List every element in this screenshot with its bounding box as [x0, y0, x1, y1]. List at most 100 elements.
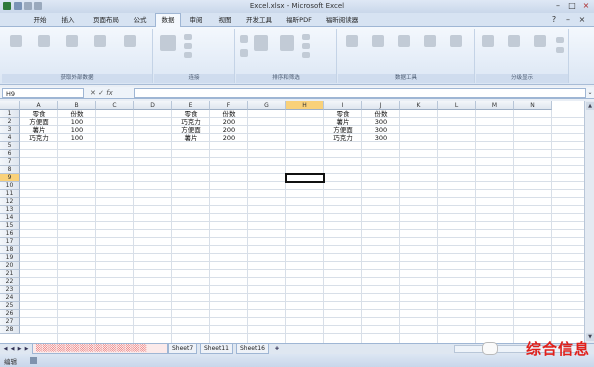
cell-b3[interactable]: 100: [58, 126, 96, 134]
column-header-b[interactable]: B: [58, 101, 96, 110]
insert-worksheet-icon[interactable]: ✚: [272, 345, 282, 353]
subtotal-icon[interactable]: [534, 35, 546, 47]
existing-connections-icon[interactable]: [124, 35, 136, 47]
workbook-close-icon[interactable]: ×: [576, 15, 588, 25]
ribbon-minimize-icon[interactable]: –: [562, 15, 574, 25]
hide-detail-icon[interactable]: [556, 47, 564, 53]
advanced-icon[interactable]: [302, 52, 310, 58]
last-sheet-icon[interactable]: ▶: [23, 345, 30, 353]
maximize-icon[interactable]: □: [566, 1, 578, 11]
cell-a2[interactable]: 方便面: [20, 118, 58, 126]
what-if-analysis-icon[interactable]: [450, 35, 462, 47]
close-icon[interactable]: ×: [580, 1, 592, 11]
worksheet-grid[interactable]: ABCDEFGHIJKLMN 1 2 3 4 5 6 7 8 9 10 11 12 13 14 15 16 17…: [0, 101, 584, 343]
row-header-13[interactable]: 13: [0, 206, 20, 214]
row-header-25[interactable]: 25: [0, 302, 20, 310]
sheet-tab-sheet11[interactable]: Sheet11: [200, 344, 233, 354]
sort-icon[interactable]: [254, 35, 268, 51]
cell-a4[interactable]: 巧克力: [20, 134, 58, 142]
reapply-icon[interactable]: [302, 43, 310, 49]
vertical-scrollbar[interactable]: ▲ ▼: [584, 101, 594, 343]
row-header-22[interactable]: 22: [0, 278, 20, 286]
sheet-tab-obscured[interactable]: ░░░░░░░░░░░░░░░░░░░░░░░░: [32, 344, 168, 354]
properties-icon[interactable]: [184, 43, 192, 49]
row-header-11[interactable]: 11: [0, 190, 20, 198]
cell-b1[interactable]: 份数: [58, 110, 96, 118]
consolidate-icon[interactable]: [424, 35, 436, 47]
cell-f1[interactable]: 份数: [210, 110, 248, 118]
from-web-icon[interactable]: [38, 35, 50, 47]
cell-j3[interactable]: 300: [362, 126, 400, 134]
column-header-c[interactable]: C: [96, 101, 134, 110]
row-header-23[interactable]: 23: [0, 286, 20, 294]
column-header-g[interactable]: G: [248, 101, 286, 110]
expand-formula-bar-icon[interactable]: ⌄: [586, 88, 594, 98]
column-header-k[interactable]: K: [400, 101, 438, 110]
cell-e3[interactable]: 方便面: [172, 126, 210, 134]
show-detail-icon[interactable]: [556, 37, 564, 43]
from-text-icon[interactable]: [66, 35, 78, 47]
connections-icon[interactable]: [184, 34, 192, 40]
row-header-14[interactable]: 14: [0, 214, 20, 222]
from-access-icon[interactable]: [10, 35, 22, 47]
row-header-16[interactable]: 16: [0, 230, 20, 238]
cell-b4[interactable]: 100: [58, 134, 96, 142]
row-header-18[interactable]: 18: [0, 246, 20, 254]
row-header-8[interactable]: 8: [0, 166, 20, 174]
column-header-i[interactable]: I: [324, 101, 362, 110]
column-header-f[interactable]: F: [210, 101, 248, 110]
sheet-tab-sheet7[interactable]: Sheet7: [168, 344, 198, 354]
row-header-1[interactable]: 1: [0, 110, 20, 118]
column-header-h[interactable]: H: [286, 101, 324, 110]
row-header-3[interactable]: 3: [0, 126, 20, 134]
tab-home[interactable]: 开始: [30, 14, 50, 26]
row-header-26[interactable]: 26: [0, 310, 20, 318]
row-header-12[interactable]: 12: [0, 198, 20, 206]
cell-e4[interactable]: 薯片: [172, 134, 210, 142]
edit-links-icon[interactable]: [184, 52, 192, 58]
scroll-up-icon[interactable]: ▲: [586, 102, 594, 110]
tab-data[interactable]: 数据: [155, 13, 181, 28]
cell-f4[interactable]: 200: [210, 134, 248, 142]
data-validation-icon[interactable]: [398, 35, 410, 47]
cell-a1[interactable]: 零食: [20, 110, 58, 118]
column-header-d[interactable]: D: [134, 101, 172, 110]
column-header-e[interactable]: E: [172, 101, 210, 110]
row-header-21[interactable]: 21: [0, 270, 20, 278]
sort-descending-icon[interactable]: [240, 49, 248, 57]
active-cell-h9[interactable]: [285, 173, 325, 183]
row-header-24[interactable]: 24: [0, 294, 20, 302]
cell-j2[interactable]: 300: [362, 118, 400, 126]
tab-formulas[interactable]: 公式: [130, 14, 150, 26]
cell-a3[interactable]: 薯片: [20, 126, 58, 134]
name-box[interactable]: H9: [2, 88, 84, 98]
sort-ascending-icon[interactable]: [240, 35, 248, 43]
cell-i3[interactable]: 方便面: [324, 126, 362, 134]
macro-record-icon[interactable]: [30, 357, 37, 364]
tab-insert[interactable]: 插入: [58, 14, 78, 26]
sheet-tab-sheet16[interactable]: Sheet16: [236, 344, 269, 354]
group-icon[interactable]: [482, 35, 494, 47]
clear-icon[interactable]: [302, 34, 310, 40]
tab-review[interactable]: 审阅: [186, 14, 206, 26]
remove-duplicates-icon[interactable]: [372, 35, 384, 47]
tab-page-layout[interactable]: 页面布局: [88, 14, 124, 26]
row-header-10[interactable]: 10: [0, 182, 20, 190]
cell-i2[interactable]: 薯片: [324, 118, 362, 126]
row-header-6[interactable]: 6: [0, 150, 20, 158]
from-other-sources-icon[interactable]: [94, 35, 106, 47]
row-header-17[interactable]: 17: [0, 238, 20, 246]
text-to-columns-icon[interactable]: [346, 35, 358, 47]
row-header-2[interactable]: 2: [0, 118, 20, 126]
column-header-a[interactable]: A: [20, 101, 58, 110]
cancel-icon[interactable]: ✕: [90, 89, 96, 97]
cell-f2[interactable]: 200: [210, 118, 248, 126]
cell-j4[interactable]: 300: [362, 134, 400, 142]
row-header-20[interactable]: 20: [0, 262, 20, 270]
cell-b2[interactable]: 100: [58, 118, 96, 126]
cell-i1[interactable]: 零食: [324, 110, 362, 118]
minimize-icon[interactable]: –: [552, 1, 564, 11]
row-header-4[interactable]: 4: [0, 134, 20, 142]
first-sheet-icon[interactable]: ◀: [2, 345, 9, 353]
column-header-m[interactable]: M: [476, 101, 514, 110]
